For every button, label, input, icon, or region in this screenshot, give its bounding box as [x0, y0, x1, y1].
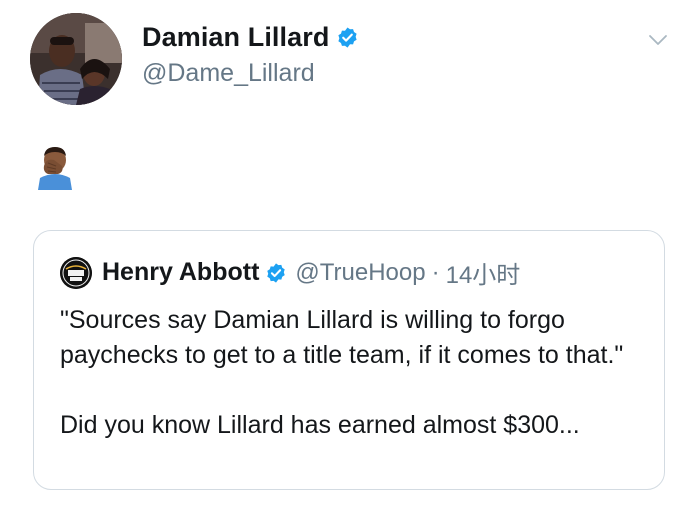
tweet[interactable]: Damian Lillard @Dame_Lillard Henry Abbot…: [0, 0, 700, 529]
quoted-tweet[interactable]: Henry Abbott @TrueHoop · 14小时 "Sources s…: [33, 230, 665, 490]
author-names: Damian Lillard @Dame_Lillard: [142, 22, 359, 88]
quoted-paragraph-2: Did you know Lillard has earned almost $…: [60, 411, 580, 439]
quoted-timestamp[interactable]: 14小时: [446, 255, 521, 290]
display-name-row: Damian Lillard: [142, 22, 359, 53]
truehoop-logo-icon: [60, 256, 92, 289]
author-handle[interactable]: @Dame_Lillard: [142, 59, 359, 88]
chevron-down-icon[interactable]: [646, 28, 670, 52]
quoted-author-handle[interactable]: @TrueHoop: [295, 259, 425, 287]
quoted-author-display-name[interactable]: Henry Abbott: [102, 258, 259, 287]
tweet-header: Damian Lillard @Dame_Lillard: [30, 13, 359, 105]
author-display-name[interactable]: Damian Lillard: [142, 22, 329, 53]
avatar-photo: [30, 13, 122, 105]
verified-badge-icon: [336, 26, 359, 49]
quoted-paragraph-1: "Sources say Damian Lillard is willing t…: [60, 306, 624, 369]
quoted-author-avatar[interactable]: [60, 256, 92, 289]
quoted-tweet-text: "Sources say Damian Lillard is willing t…: [60, 303, 650, 443]
separator-dot: ·: [431, 258, 440, 286]
facepalm-emoji-icon: [32, 144, 78, 190]
author-avatar[interactable]: [30, 13, 122, 105]
quoted-tweet-header: Henry Abbott @TrueHoop · 14小时: [60, 255, 520, 290]
verified-badge-icon: [265, 262, 287, 284]
